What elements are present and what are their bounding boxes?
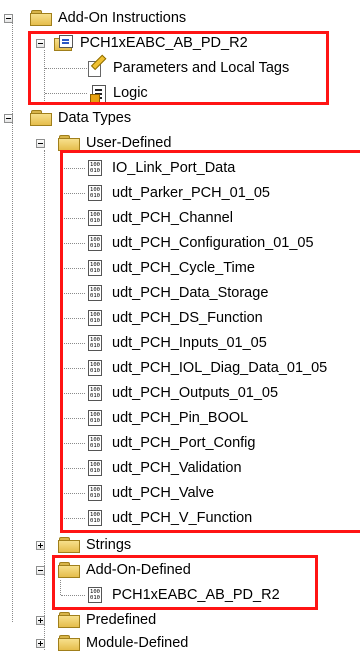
highlight-box-add-on-defined — [52, 555, 318, 610]
expand-toggle[interactable] — [36, 541, 45, 550]
folder-icon — [58, 135, 80, 151]
folder-icon — [30, 10, 52, 26]
node-label: Add-On Instructions — [58, 10, 187, 26]
tree-line — [12, 22, 13, 622]
collapse-toggle[interactable] — [4, 114, 13, 123]
collapse-toggle[interactable] — [36, 566, 45, 575]
folder-icon — [58, 635, 80, 651]
expand-toggle[interactable] — [36, 616, 45, 625]
folder-icon — [58, 537, 80, 553]
node-label: Data Types — [58, 110, 132, 126]
highlight-box-aoi — [28, 31, 329, 105]
collapse-toggle[interactable] — [36, 139, 45, 148]
node-label: Predefined — [86, 612, 157, 628]
folder-icon — [30, 110, 52, 126]
highlight-box-user-defined — [60, 150, 360, 533]
collapse-toggle[interactable] — [4, 14, 13, 23]
expand-toggle[interactable] — [36, 639, 45, 648]
node-label: Module-Defined — [86, 635, 189, 651]
folder-icon — [58, 612, 80, 628]
tree-line — [44, 150, 45, 650]
